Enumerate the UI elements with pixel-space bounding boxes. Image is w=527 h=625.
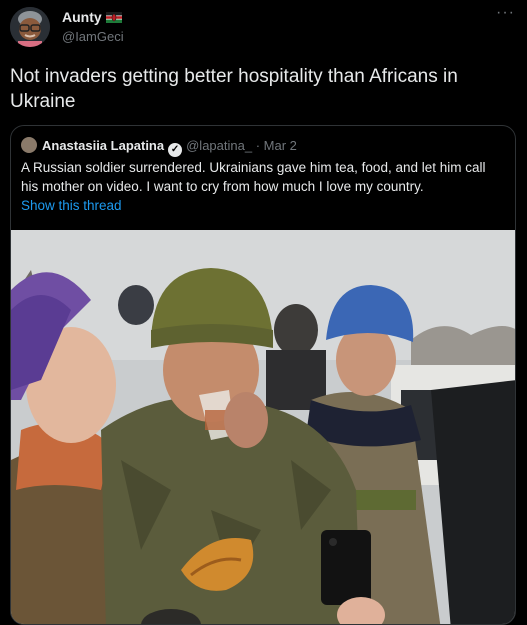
author-name[interactable]: Aunty <box>62 9 102 25</box>
quoted-author-avatar <box>21 137 37 153</box>
avatar-memoji-icon <box>10 7 50 47</box>
quoted-tweet-text: A Russian soldier surrendered. Ukrainian… <box>21 160 486 194</box>
date-separator: · <box>255 138 261 153</box>
tweet-text: Not invaders getting better hospitality … <box>10 66 458 112</box>
show-thread-link[interactable]: Show this thread <box>21 198 122 213</box>
tweet: Aunty @IamGeci ··· Not invaders getting … <box>0 0 527 625</box>
more-dots-icon[interactable]: ··· <box>496 5 515 21</box>
author-avatar[interactable] <box>10 7 50 47</box>
author-handle[interactable]: @IamGeci <box>62 28 124 45</box>
quoted-tweet-header: Anastasiia Lapatina ✓ @lapatina_ · Mar 2 <box>21 137 297 157</box>
kenya-flag-icon <box>105 12 122 23</box>
author-block[interactable]: Aunty @IamGeci <box>62 9 124 45</box>
verified-badge-icon: ✓ <box>168 143 183 157</box>
quoted-date: Mar 2 <box>263 138 297 153</box>
tweet-photo[interactable] <box>11 230 516 625</box>
quoted-author-name: Anastasiia Lapatina <box>42 138 165 153</box>
quoted-tweet[interactable]: Anastasiia Lapatina ✓ @lapatina_ · Mar 2 A… <box>10 125 516 625</box>
quoted-author-handle: @lapatina_ <box>186 138 253 153</box>
